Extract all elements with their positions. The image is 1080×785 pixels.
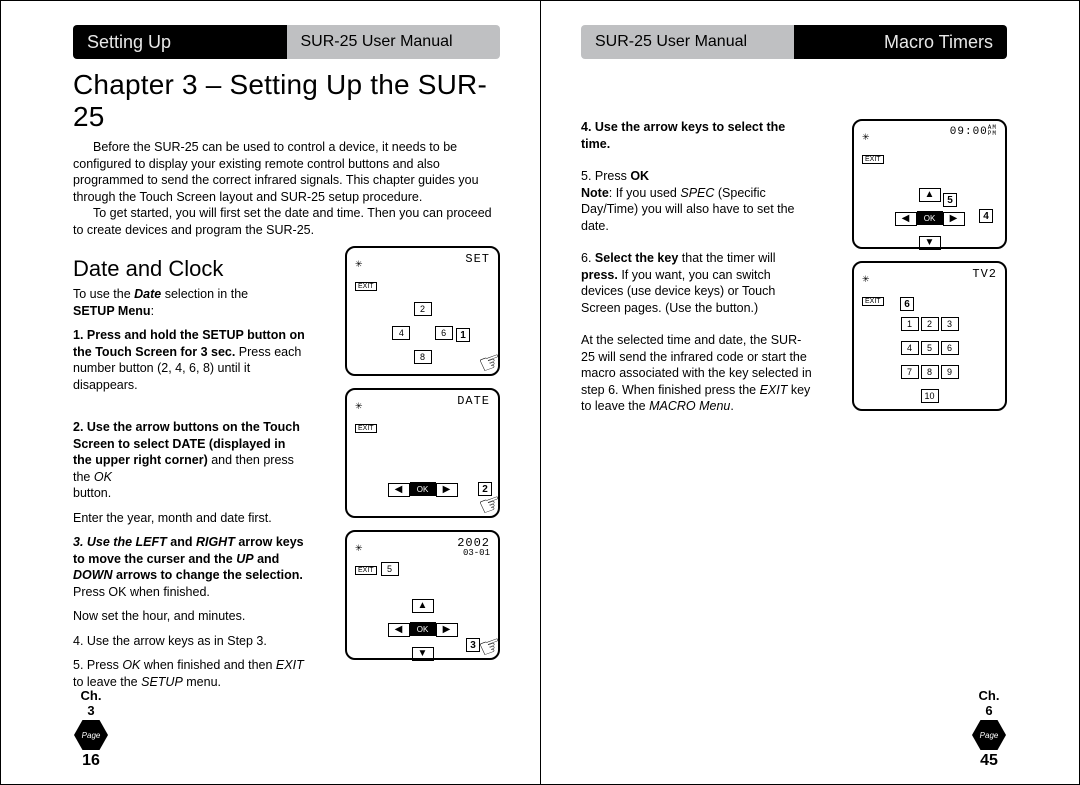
text-column: 4. Use the arrow keys to select the time… bbox=[581, 119, 814, 423]
header-manual-title: SUR-25 User Manual bbox=[581, 25, 794, 59]
light-icon: ✳ bbox=[862, 274, 870, 284]
device-illustration-tv2: ✳ TV2 EXIT 123 456 789 10 6 bbox=[852, 261, 1007, 411]
section-title: Date and Clock bbox=[73, 256, 307, 282]
exit-button: EXIT bbox=[862, 297, 884, 306]
para-7r: At the selected time and date, the SUR-2… bbox=[581, 332, 814, 415]
header-section-title: Setting Up bbox=[73, 25, 287, 59]
hand-icon: ☞ bbox=[474, 344, 507, 381]
step-3: 3. Use the LEFT and RIGHT arrow keys to … bbox=[73, 534, 307, 600]
page-hex-icon: Page bbox=[74, 720, 108, 750]
device-mode-date2: 03-01 bbox=[463, 548, 490, 558]
header-section-title: Macro Timers bbox=[794, 25, 1007, 59]
device-illustration-date: ✳ DATE EXIT ◀OK▶ ☞ 2 bbox=[345, 388, 500, 518]
light-icon: ✳ bbox=[355, 259, 363, 269]
light-icon: ✳ bbox=[355, 543, 363, 553]
intro-para-2: To get started, you will first set the d… bbox=[73, 205, 500, 238]
device-illustration-time: ✳ 09:00AMPM EXIT ▲ ◀OK▶ ▼ 4 5 bbox=[852, 119, 1007, 249]
light-icon: ✳ bbox=[355, 401, 363, 411]
device-mode-date: DATE bbox=[457, 394, 490, 408]
step-2-enter: Enter the year, month and date first. bbox=[73, 510, 307, 527]
content-right: 4. Use the arrow keys to select the time… bbox=[581, 119, 1007, 423]
page-hex-icon: Page bbox=[972, 720, 1006, 750]
page-left: Setting Up SUR-25 User Manual Chapter 3 … bbox=[0, 0, 540, 785]
header-right: SUR-25 User Manual Macro Timers bbox=[581, 25, 1007, 59]
page-right: SUR-25 User Manual Macro Timers 4. Use t… bbox=[540, 0, 1080, 785]
exit-button: EXIT bbox=[355, 282, 377, 291]
step-5r: 5. Press OK Note: If you used SPEC (Spec… bbox=[581, 168, 814, 234]
illustration-column-r: ✳ 09:00AMPM EXIT ▲ ◀OK▶ ▼ 4 5 ✳ TV2 EXIT bbox=[824, 119, 1007, 423]
step-1: 1. Press and hold the SETUP button on th… bbox=[73, 327, 307, 393]
step-6r: 6. Select the key that the timer will pr… bbox=[581, 250, 814, 316]
exit-button: EXIT bbox=[355, 566, 377, 575]
device-illustration-set: ✳ SET EXIT 2 4 6 8 ☞ 1 bbox=[345, 246, 500, 376]
step-2: 2. Use the arrow buttons on the Touch Sc… bbox=[73, 419, 307, 502]
exit-button: EXIT bbox=[862, 155, 884, 164]
step-5: 5. Press OK when finished and then EXIT … bbox=[73, 657, 307, 690]
step-4: 4. Use the arrow keys as in Step 3. bbox=[73, 633, 307, 650]
device-mode-tv2: TV2 bbox=[972, 267, 997, 281]
chapter-title: Chapter 3 – Setting Up the SUR-25 bbox=[73, 69, 500, 133]
footer-left: Ch.3 Page 16 bbox=[61, 688, 121, 770]
exit-button: EXIT bbox=[355, 424, 377, 433]
device-illustration-2002: ✳ 2002 03-01 EXIT5 ▲ ◀OK▶ ▼ ☞ 3 bbox=[345, 530, 500, 660]
intro-para-1: Before the SUR-25 can be used to control… bbox=[73, 139, 500, 205]
device-mode-set: SET bbox=[465, 252, 490, 266]
illustration-column: ✳ SET EXIT 2 4 6 8 ☞ 1 ✳ DATE EXIT bbox=[317, 246, 500, 698]
step-3-now: Now set the hour, and minutes. bbox=[73, 608, 307, 625]
step-4r: 4. Use the arrow keys to select the time… bbox=[581, 119, 814, 152]
page-number: 45 bbox=[959, 752, 1019, 770]
header-manual-title: SUR-25 User Manual bbox=[287, 25, 501, 59]
content-left: Chapter 3 – Setting Up the SUR-25 Before… bbox=[73, 69, 500, 698]
text-column: Date and Clock To use the Date selection… bbox=[73, 246, 307, 698]
page-spread: Setting Up SUR-25 User Manual Chapter 3 … bbox=[0, 0, 1080, 785]
device-mode-time: 09:00AMPM bbox=[950, 125, 997, 138]
footer-right: Ch.6 Page 45 bbox=[959, 688, 1019, 770]
header-left: Setting Up SUR-25 User Manual bbox=[73, 25, 500, 59]
light-icon: ✳ bbox=[862, 132, 870, 142]
page-number: 16 bbox=[61, 752, 121, 770]
date-intro: To use the Date selection in the SETUP M… bbox=[73, 286, 307, 319]
